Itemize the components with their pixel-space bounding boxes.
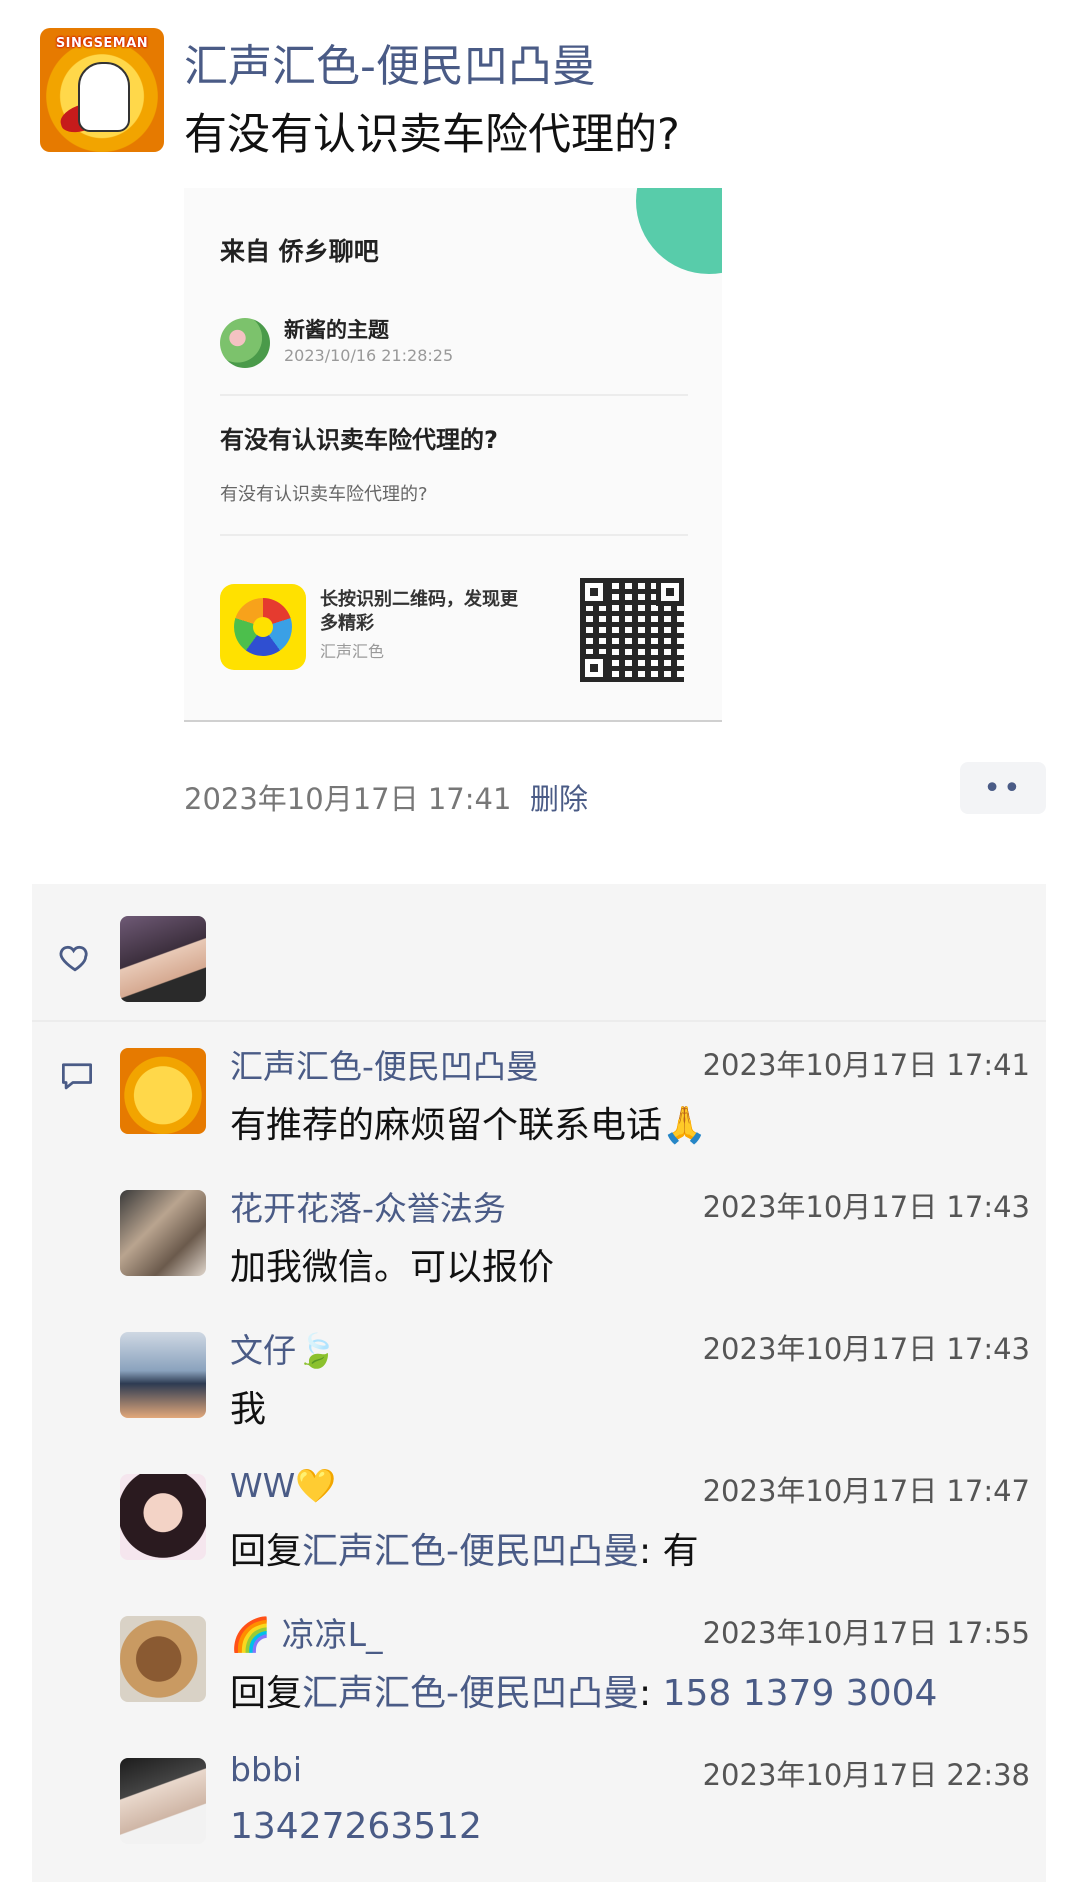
likes-row [32, 884, 1046, 1022]
reply-prefix: 回复 [230, 1531, 303, 1572]
commenter-avatar[interactable] [120, 1758, 206, 1844]
more-actions-button[interactable]: •• [960, 762, 1046, 814]
phone-number-link[interactable]: 158 1379 3004 [663, 1673, 938, 1714]
commenter-avatar[interactable] [120, 1332, 206, 1418]
comment-time: 2023年10月17日 17:41 [702, 1048, 1030, 1082]
commenter-name[interactable]: WW💛 [230, 1466, 336, 1506]
comment-time: 2023年10月17日 17:43 [702, 1332, 1030, 1366]
qr-hint: 长按识别二维码，发现更多精彩 [320, 589, 518, 634]
comment-text: 回复汇声汇色-便民凹凸曼: 有 [230, 1522, 699, 1574]
reply-prefix: 回复 [230, 1673, 303, 1714]
card-author-avatar [220, 318, 270, 368]
comment-item[interactable]: WW💛 2023年10月17日 17:47 回复汇声汇色-便民凹凸曼: 有 [120, 1466, 1030, 1596]
avatar-hero-figure [78, 62, 130, 132]
card-date: 2023/10/16 21:28:25 [284, 346, 454, 365]
commenter-avatar[interactable] [120, 1616, 206, 1702]
card-divider [220, 394, 688, 396]
commenter-avatar[interactable] [120, 1474, 206, 1560]
post-timestamp: 2023年10月17日 17:41 [184, 782, 512, 816]
commenter-name[interactable]: 文仔🍃 [230, 1324, 337, 1372]
reply-target-link[interactable]: 汇声汇色-便民凹凸曼 [302, 1531, 639, 1572]
poster-avatar[interactable]: SINGSEMAN [40, 28, 164, 152]
commenter-avatar[interactable] [120, 1190, 206, 1276]
delete-link[interactable]: 删除 [530, 776, 588, 818]
comment-item[interactable]: 汇声汇色-便民凹凸曼 2023年10月17日 17:41 有推荐的麻烦留个联系电… [120, 1040, 1030, 1170]
card-title: 有没有认识卖车险代理的? [220, 426, 498, 454]
shared-post-card[interactable]: 来自 侨乡聊吧 新酱的主题 2023/10/16 21:28:25 有没有认识卖… [184, 188, 722, 722]
phone-number-link[interactable]: 13427263512 [230, 1806, 482, 1847]
card-author-name: 新酱的主题 [284, 318, 389, 342]
comment-time: 2023年10月17日 17:47 [702, 1474, 1030, 1508]
heart-icon [59, 945, 88, 972]
reply-text: 有 [662, 1531, 699, 1572]
comment-text: 有推荐的麻烦留个联系电话🙏 [230, 1105, 707, 1146]
card-divider [220, 534, 688, 536]
comment-time: 2023年10月17日 22:38 [702, 1758, 1030, 1792]
qr-code-icon [580, 578, 684, 682]
commenter-name[interactable]: bbbi [230, 1750, 302, 1789]
comment-item[interactable]: 文仔🍃 2023年10月17日 17:43 我 [120, 1324, 1030, 1454]
reply-target-link[interactable]: 汇声汇色-便民凹凸曼 [302, 1673, 639, 1714]
comment-icon [61, 1063, 92, 1090]
reply-separator: : [639, 1673, 663, 1714]
post-text: 有没有认识卖车险代理的? [184, 110, 680, 160]
card-corner-decoration [636, 188, 722, 274]
comment-text: 我 [230, 1389, 267, 1430]
comment-item[interactable]: 花开花落-众誉法务 2023年10月17日 17:43 加我微信。可以报价 [120, 1182, 1030, 1312]
card-source: 来自 侨乡聊吧 [220, 237, 379, 266]
comment-text: 加我微信。可以报价 [230, 1247, 555, 1288]
comment-time: 2023年10月17日 17:55 [702, 1616, 1030, 1650]
reply-separator: : [639, 1531, 663, 1572]
comment-item[interactable]: 🌈 凉凉L_ 2023年10月17日 17:55 回复汇声汇色-便民凹凸曼: 1… [120, 1608, 1030, 1738]
comment-item[interactable]: bbbi 2023年10月17日 22:38 13427263512 [120, 1750, 1030, 1880]
commenter-name[interactable]: 汇声汇色-便民凹凸曼 [230, 1040, 539, 1088]
comment-time: 2023年10月17日 17:43 [702, 1190, 1030, 1224]
app-logo-icon [220, 584, 306, 670]
liker-avatar[interactable] [120, 916, 206, 1002]
commenter-name[interactable]: 🌈 凉凉L_ [230, 1608, 382, 1656]
card-app-name: 汇声汇色 [320, 642, 385, 661]
interaction-panel: 汇声汇色-便民凹凸曼 2023年10月17日 17:41 有推荐的麻烦留个联系电… [32, 884, 1046, 1882]
commenter-avatar[interactable] [120, 1048, 206, 1134]
poster-name[interactable]: 汇声汇色-便民凹凸曼 [184, 30, 596, 94]
commenter-name[interactable]: 花开花落-众誉法务 [230, 1182, 506, 1230]
comment-text: 回复汇声汇色-便民凹凸曼: 158 1379 3004 [230, 1664, 937, 1716]
card-body: 有没有认识卖车险代理的? [220, 484, 428, 505]
avatar-logo-text: SINGSEMAN [55, 36, 149, 51]
